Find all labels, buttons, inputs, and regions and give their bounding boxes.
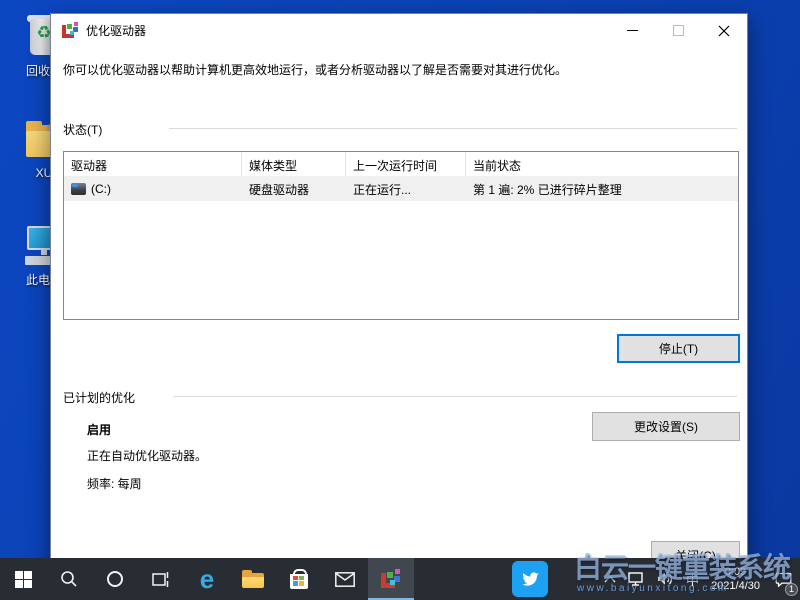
file-explorer-button[interactable] [230, 558, 276, 600]
volume-tray-button[interactable] [651, 558, 680, 600]
taskbar: e 中 9:09 2021/4/30 [0, 558, 800, 600]
search-icon [60, 570, 78, 588]
taskbar-clock[interactable]: 9:09 2021/4/30 [705, 565, 766, 593]
edge-icon: e [200, 566, 214, 592]
column-header-current-status[interactable]: 当前状态 [466, 152, 738, 176]
hard-drive-icon [71, 183, 86, 195]
edge-button[interactable]: e [184, 558, 230, 600]
start-button[interactable] [0, 558, 46, 600]
last-run-cell: 正在运行... [346, 181, 466, 198]
titlebar[interactable]: 优化驱动器 [51, 14, 747, 47]
drive-cell: (C:) [64, 182, 242, 196]
twitter-button[interactable] [512, 561, 548, 597]
search-button[interactable] [46, 558, 92, 600]
status-section-divider [169, 128, 737, 129]
store-button[interactable] [276, 558, 322, 600]
scheduled-section-label: 已计划的优化 [63, 389, 135, 406]
mail-button[interactable] [322, 558, 368, 600]
change-settings-button[interactable]: 更改设置(S) [592, 412, 740, 441]
drive-name: (C:) [91, 182, 111, 196]
optimize-drives-window: 优化驱动器 你可以优化驱动器以帮助计算机更高效地运行，或者分析驱动器以了解是否需… [50, 13, 748, 590]
system-tray: 中 9:09 2021/4/30 1 [598, 558, 800, 600]
cortana-icon [107, 571, 123, 587]
action-center-button[interactable]: 1 [766, 558, 800, 600]
maximize-button[interactable] [655, 14, 701, 47]
drives-table-header: 驱动器 媒体类型 上一次运行时间 当前状态 [64, 152, 738, 177]
window-title: 优化驱动器 [86, 22, 146, 39]
show-hidden-icons-button[interactable] [598, 558, 622, 600]
file-explorer-icon [242, 570, 264, 588]
scheduled-state: 启用 [87, 421, 111, 438]
mail-icon [335, 572, 355, 587]
chevron-up-icon [604, 575, 616, 583]
defrag-icon [381, 569, 401, 589]
stop-button[interactable]: 停止(T) [617, 334, 740, 363]
column-header-drive[interactable]: 驱动器 [64, 152, 242, 176]
scheduled-description: 正在自动优化驱动器。 [87, 447, 207, 464]
scheduled-section-divider [173, 396, 737, 397]
defrag-app-icon [62, 22, 79, 39]
column-header-last-run[interactable]: 上一次运行时间 [346, 152, 466, 176]
defrag-taskbar-button[interactable] [368, 558, 414, 600]
status-section-label: 状态(T) [63, 121, 102, 138]
network-icon [628, 572, 645, 586]
scheduled-frequency: 频率: 每周 [87, 475, 142, 492]
close-button-titlebar[interactable] [701, 14, 747, 47]
minimize-button[interactable] [609, 14, 655, 47]
network-tray-button[interactable] [622, 558, 651, 600]
ime-indicator[interactable]: 中 [680, 558, 705, 600]
current-status-cell: 第 1 遍: 2% 已进行碎片整理 [466, 181, 738, 198]
drives-table: 驱动器 媒体类型 上一次运行时间 当前状态 (C:) 硬盘驱动器 正在运行...… [63, 151, 739, 320]
tray-time: 9:09 [711, 565, 760, 579]
store-icon [290, 574, 308, 589]
column-header-media-type[interactable]: 媒体类型 [242, 152, 346, 176]
dialog-description: 你可以优化驱动器以帮助计算机更高效地运行，或者分析驱动器以了解是否需要对其进行优… [63, 61, 735, 78]
task-view-button[interactable] [138, 558, 184, 600]
drive-row-c[interactable]: (C:) 硬盘驱动器 正在运行... 第 1 遍: 2% 已进行碎片整理 [64, 177, 738, 201]
cortana-button[interactable] [92, 558, 138, 600]
notification-badge: 1 [785, 583, 798, 596]
speaker-icon [657, 572, 674, 586]
windows-logo-icon [15, 571, 32, 588]
twitter-bird-icon [519, 568, 541, 590]
media-type-cell: 硬盘驱动器 [242, 181, 346, 198]
task-view-icon [152, 571, 171, 588]
tray-date: 2021/4/30 [711, 579, 760, 593]
